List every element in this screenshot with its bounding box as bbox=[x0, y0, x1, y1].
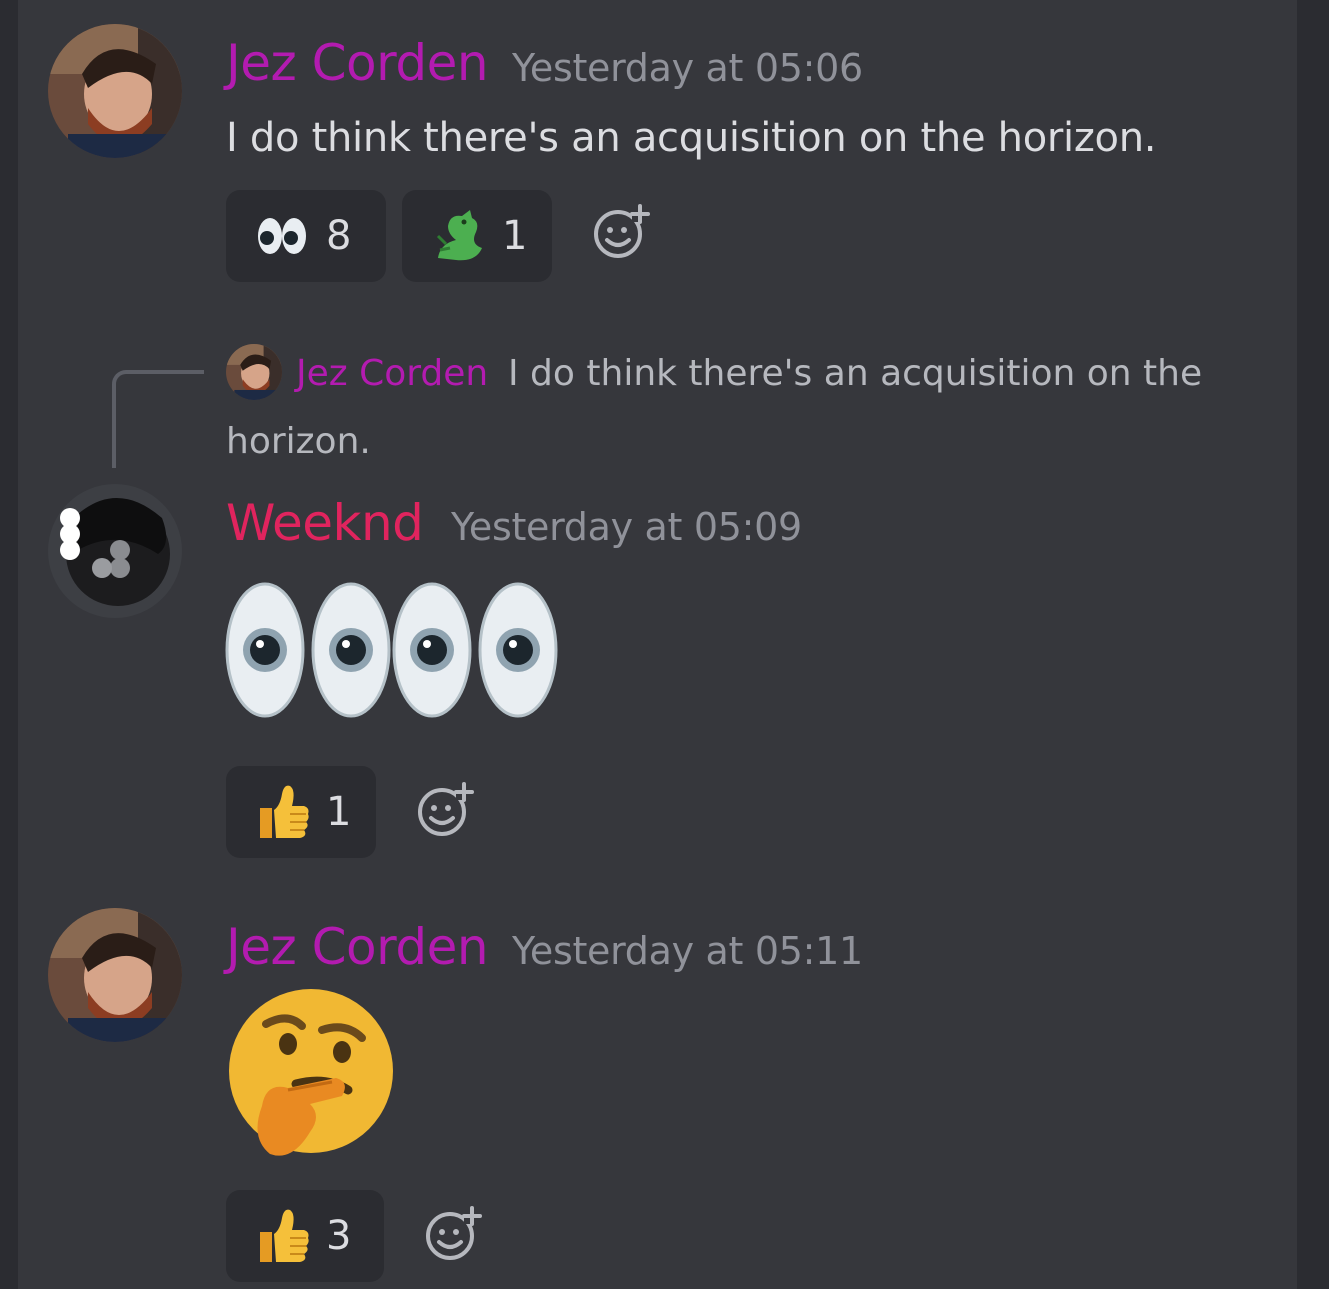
reply-avatar[interactable] bbox=[226, 344, 282, 400]
reply-connector bbox=[112, 370, 204, 468]
eyes-icon bbox=[311, 582, 391, 718]
reaction-count: 1 bbox=[326, 789, 352, 835]
add-reaction-icon bbox=[594, 204, 650, 258]
message-timestamp: Yesterday at 05:11 bbox=[512, 929, 863, 973]
eyes-icon bbox=[258, 218, 306, 254]
reaction-thumbs-up[interactable]: 1 bbox=[226, 766, 376, 858]
message-author[interactable]: Jez Corden bbox=[226, 922, 489, 972]
message-text: I do think there's an acquisition on the… bbox=[226, 115, 1157, 161]
jez-avatar[interactable] bbox=[48, 24, 182, 158]
reply-author[interactable]: Jez Corden bbox=[296, 356, 488, 392]
reply-text-line2[interactable]: horizon. bbox=[226, 424, 371, 460]
message-timestamp: Yesterday at 05:06 bbox=[512, 46, 863, 90]
add-reaction-button[interactable] bbox=[414, 778, 476, 840]
thinking-face-emoji-message bbox=[229, 989, 393, 1156]
weeknd-avatar[interactable] bbox=[48, 484, 182, 618]
reaction-count: 8 bbox=[326, 213, 352, 259]
add-reaction-icon bbox=[418, 782, 474, 836]
message-timestamp: Yesterday at 05:09 bbox=[451, 505, 802, 549]
reaction-count: 1 bbox=[502, 213, 528, 259]
eyes-icon bbox=[392, 582, 472, 718]
jez-avatar[interactable] bbox=[48, 908, 182, 1042]
reaction-thumbs-up[interactable]: 3 bbox=[226, 1190, 384, 1282]
message-author[interactable]: Weeknd bbox=[226, 498, 424, 548]
reaction-eyes[interactable]: 8 bbox=[226, 190, 386, 282]
add-reaction-button[interactable] bbox=[422, 1202, 484, 1264]
reaction-count: 3 bbox=[326, 1213, 352, 1259]
message-author[interactable]: Jez Corden bbox=[226, 38, 489, 88]
dragon-icon bbox=[436, 210, 482, 261]
thumbs-up-icon bbox=[259, 784, 310, 839]
reaction-dragon[interactable]: 1 bbox=[402, 190, 552, 282]
eyes-emoji-message bbox=[225, 582, 558, 718]
add-reaction-icon bbox=[426, 1206, 482, 1260]
add-reaction-button[interactable] bbox=[590, 200, 652, 262]
reply-text-line1[interactable]: I do think there's an acquisition on the bbox=[508, 356, 1202, 392]
chat-panel bbox=[18, 0, 1297, 1289]
eyes-icon bbox=[225, 582, 305, 718]
eyes-icon bbox=[478, 582, 558, 718]
thumbs-up-icon bbox=[259, 1208, 310, 1263]
